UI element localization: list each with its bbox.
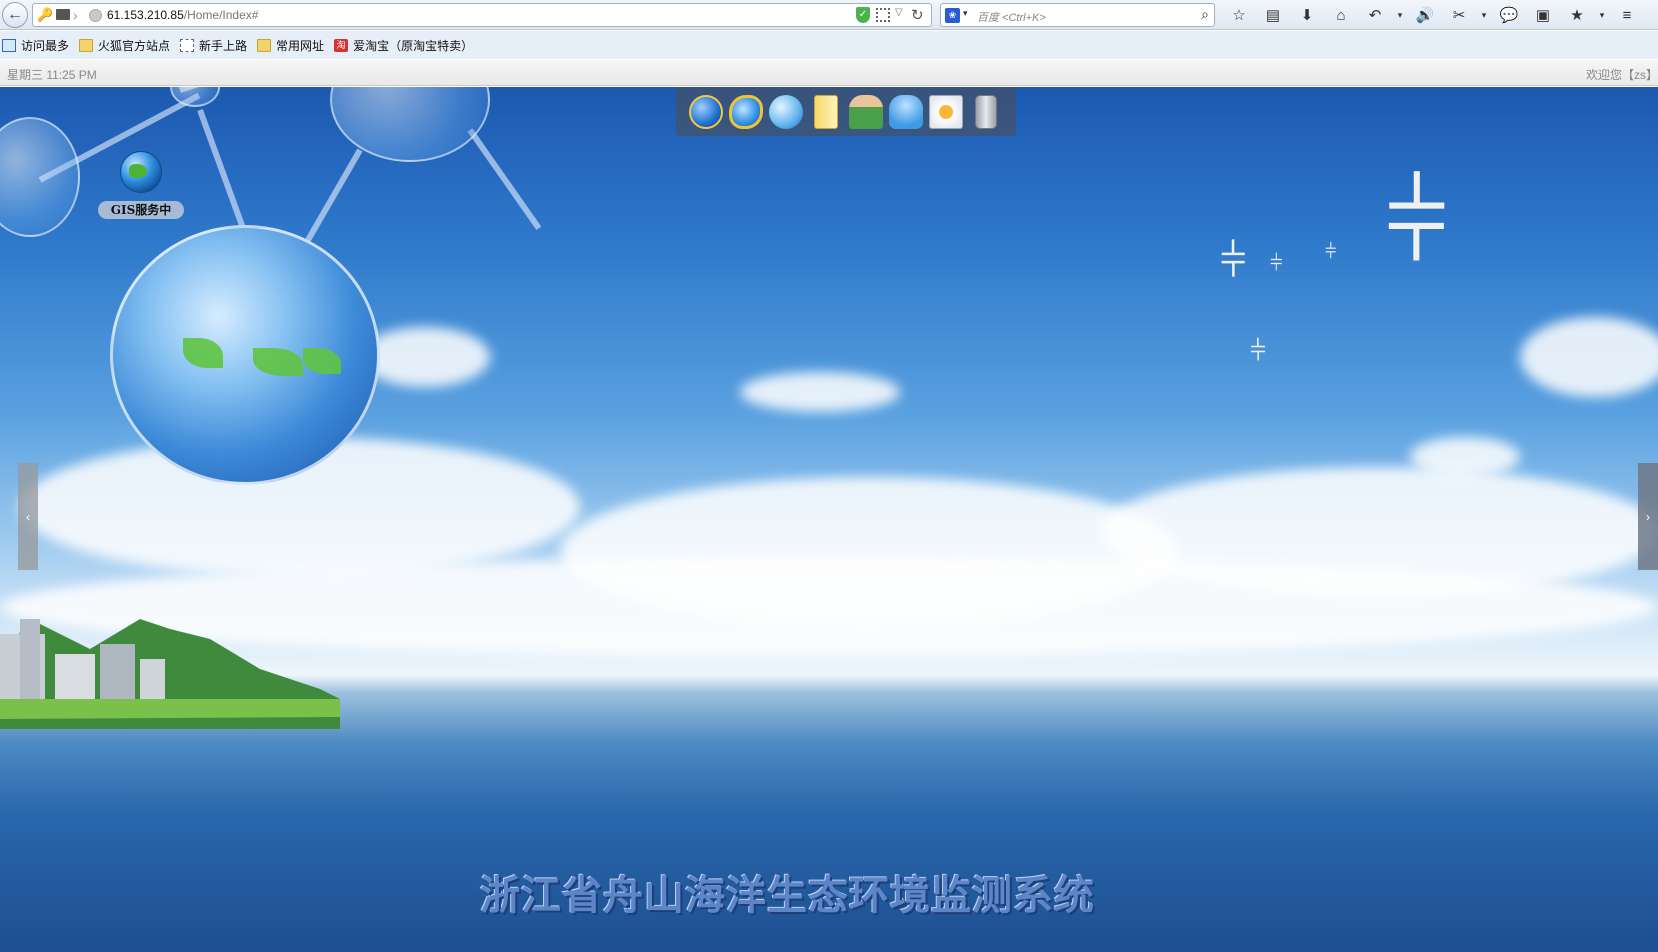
qr-code-icon[interactable] (876, 8, 890, 22)
web-globe-icon (769, 94, 803, 129)
bookmark-label: 火狐官方站点 (98, 38, 171, 53)
home-icon[interactable]: ⌂ (1324, 3, 1358, 27)
star-icon[interactable]: ☆ (1222, 3, 1256, 27)
clipboard-icon[interactable]: ▤ (1256, 3, 1290, 27)
welcome-text: 欢迎您【zs】 (1585, 68, 1658, 82)
baidu-engine-icon[interactable]: ❀ (945, 8, 960, 23)
seagull: ⫩ (1385, 160, 1449, 283)
dock-item-settings[interactable] (926, 92, 966, 132)
user-group-icon (889, 94, 923, 129)
next-page-button[interactable]: › (1638, 463, 1658, 570)
back-arrow-icon: ← (7, 6, 23, 23)
bookmark-label: 新手上路 (199, 38, 248, 53)
seagull: ⫩ (1325, 241, 1337, 263)
search-icon[interactable]: ⌕ (1201, 6, 1209, 23)
site-identity-icon[interactable] (89, 9, 102, 22)
globe-illustration (110, 225, 380, 485)
reader-icon[interactable]: ▣ (1526, 3, 1560, 27)
taobao-icon: 淘 (334, 38, 349, 52)
folder-icon (257, 38, 272, 52)
chevron-left-icon: ‹ (26, 509, 30, 524)
chevron-right-icon: › (1646, 509, 1650, 524)
addon-dropdown-icon[interactable]: ▾ (1594, 3, 1610, 27)
history-dropdown-icon[interactable]: ▽ (895, 7, 903, 18)
reload-icon[interactable]: ↻ (911, 6, 924, 24)
url-host: 61.153.210.85 (107, 8, 184, 22)
bookmark-common-sites[interactable]: 常用网址 (257, 37, 324, 54)
bookmark-aitaobao[interactable]: 淘爱淘宝（原淘宝特卖） (334, 37, 473, 54)
speaker-icon[interactable]: 🔊 (1408, 3, 1442, 27)
dock-item-ie[interactable] (726, 92, 766, 132)
most-visited-icon (2, 38, 16, 52)
address-bar[interactable]: 🔑 › 61.153.210.85/Home/Index# ✓ ▽ ↻ (32, 3, 932, 27)
seagull: ⫩ (1220, 234, 1247, 286)
undo-icon[interactable]: ↶ (1358, 3, 1392, 27)
toolbar-buttons: ☆ ▤ ⬇ ⌂ ↶ ▾ 🔊 ✂ ▾ 💬 ▣ ★ ▾ ≡ (1222, 3, 1644, 27)
chevron-right-icon: › (73, 7, 78, 23)
app-dock (676, 87, 1016, 136)
page-icon (180, 38, 195, 52)
ie-browser-icon (729, 94, 763, 129)
dock-item-web[interactable] (766, 92, 806, 132)
dock-item-database[interactable] (966, 92, 1006, 132)
database-icon (975, 94, 997, 129)
molecule-sphere (0, 117, 80, 237)
search-bar[interactable]: ❀ ▾ 百度 <Ctrl+K> ⌕ (940, 3, 1215, 27)
shield-icon[interactable]: ✓ (856, 7, 870, 23)
search-placeholder: 百度 <Ctrl+K> (977, 12, 1046, 24)
network-settings-icon (689, 94, 723, 129)
crop-icon[interactable]: ✂ (1442, 3, 1476, 27)
island-illustration (0, 619, 340, 729)
menu-icon[interactable]: ≡ (1610, 3, 1644, 27)
seagull: ⫩ (1250, 335, 1267, 366)
url-text[interactable]: 61.153.210.85/Home/Index# (107, 8, 258, 22)
app-status-bar: 星期三 11:25 PM 欢迎您【zs】 (0, 60, 1658, 86)
bookmark-firefox-site[interactable]: 火狐官方站点 (79, 37, 170, 54)
cloud (740, 372, 900, 412)
system-title: 浙江省舟山海洋生态环境监测系统 (480, 873, 1095, 919)
leaf (253, 348, 303, 376)
leaf (303, 348, 341, 374)
cloud (1520, 317, 1658, 397)
bookmark-label: 常用网址 (276, 38, 325, 53)
dock-item-folder[interactable] (806, 92, 846, 132)
browser-navbar: ← 🔑 › 61.153.210.85/Home/Index# ✓ ▽ ↻ ❀ … (0, 0, 1658, 30)
dock-item-users[interactable] (846, 92, 886, 132)
bookmark-label: 爱淘宝（原淘宝特卖） (353, 38, 474, 53)
folder-icon (814, 94, 838, 129)
user-management-icon (849, 94, 883, 129)
desktop-icon-label: GIS服务中 (98, 201, 184, 219)
clock-text: 星期三 11:25 PM (7, 68, 97, 82)
desktop-wallpaper: ⫩ ⫩ ⫩ ⫩ ⫩ GIS服务中 ‹ › 浙江省舟山海洋生态环境监测系统 (0, 87, 1658, 952)
bookmark-label: 访问最多 (21, 38, 70, 53)
dock-item-group[interactable] (886, 92, 926, 132)
earth-globe-icon (120, 151, 162, 193)
url-path: /Home/Index# (183, 8, 259, 22)
back-button[interactable]: ← (2, 2, 28, 28)
molecule-sphere (330, 87, 490, 162)
folder-icon (79, 38, 94, 52)
seagull: ⫩ (1270, 250, 1283, 275)
undo-dropdown-icon[interactable]: ▾ (1392, 3, 1408, 27)
addon-icon[interactable]: ★ (1560, 3, 1594, 27)
previous-page-button[interactable]: ‹ (18, 463, 38, 570)
engine-dropdown-icon[interactable]: ▾ (963, 8, 968, 19)
folder-icon[interactable] (56, 9, 70, 20)
crop-dropdown-icon[interactable]: ▾ (1476, 3, 1492, 27)
bookmark-most-visited[interactable]: 访问最多 (2, 37, 69, 54)
bookmark-getting-started[interactable]: 新手上路 (180, 37, 247, 54)
molecule-rod (467, 128, 542, 231)
system-settings-icon (929, 94, 963, 129)
leaf (183, 338, 223, 368)
chat-icon[interactable]: 💬 (1492, 3, 1526, 27)
bookmarks-bar: 访问最多 火狐官方站点 新手上路 常用网址 淘爱淘宝（原淘宝特卖） (0, 31, 1658, 59)
download-icon[interactable]: ⬇ (1290, 3, 1324, 27)
dock-item-network[interactable] (686, 92, 726, 132)
key-icon[interactable]: 🔑 (37, 7, 53, 23)
